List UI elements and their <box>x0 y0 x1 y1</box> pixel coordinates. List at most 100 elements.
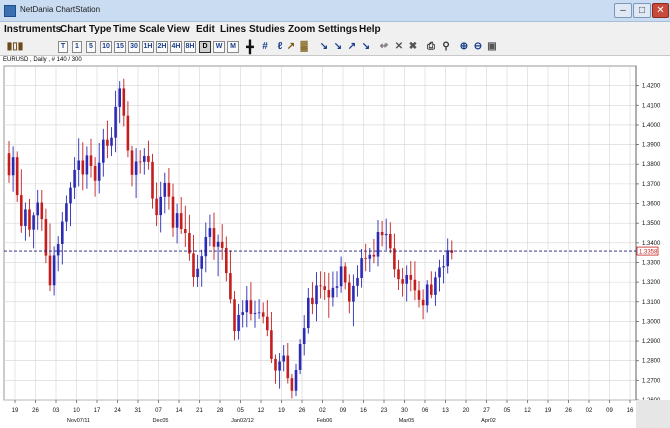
timeframe-1[interactable]: 1 <box>72 41 82 53</box>
timeframe-15[interactable]: 15 <box>114 41 126 53</box>
candle-body <box>315 285 318 305</box>
menu-lines[interactable]: Lines <box>220 24 246 35</box>
candle-body <box>77 160 80 170</box>
candle-body <box>425 284 429 306</box>
candle-body <box>73 169 76 188</box>
candlestick-chart[interactable]: 1.26001.27001.28001.29001.30001.31001.32… <box>0 56 670 428</box>
candle-body <box>241 312 244 315</box>
timeframe-5[interactable]: 5 <box>86 41 96 53</box>
x-tick-label: 16 <box>360 408 367 414</box>
window-icon[interactable]: ▣ <box>486 41 498 53</box>
timeframe-T[interactable]: T <box>58 41 68 53</box>
timeframe-D[interactable]: D <box>199 41 211 53</box>
candle-body <box>7 153 11 176</box>
close-button[interactable]: ✕ <box>652 3 669 18</box>
x-tick-label: 26 <box>565 408 572 414</box>
line-tool-icon[interactable]: ↗ <box>346 41 358 53</box>
timeframe-1H[interactable]: 1H <box>142 41 154 53</box>
y-tick-label: 1.3200 <box>642 280 661 286</box>
grid-icon[interactable]: # <box>259 41 271 53</box>
candle-body <box>229 273 232 300</box>
candle-body <box>417 290 421 300</box>
x-tick-label: 07 <box>155 408 162 414</box>
candle-body <box>32 215 35 230</box>
candle-body <box>278 361 281 371</box>
candle-body <box>138 161 142 163</box>
candle-body <box>216 241 220 247</box>
delete-icon[interactable]: ✕ <box>393 41 405 53</box>
crosshair-icon[interactable]: ╋ <box>244 41 256 53</box>
y-tick-label: 1.2900 <box>642 339 661 345</box>
candle-body <box>225 247 228 274</box>
candle-body <box>212 228 216 247</box>
print-icon[interactable]: ⎙ <box>425 41 437 53</box>
line-tool-icon[interactable]: ↘ <box>318 41 330 53</box>
candle-body <box>302 328 306 345</box>
find-icon[interactable]: ⚲ <box>440 41 452 53</box>
candle-body <box>245 300 249 313</box>
timeframe-W[interactable]: W <box>213 41 225 53</box>
candle-body <box>159 196 162 216</box>
candle-body <box>257 312 261 314</box>
x-tick-label: 10 <box>73 408 80 414</box>
menu-zoom[interactable]: Zoom <box>288 24 315 35</box>
candlestick-type-icon[interactable]: ▮▯▮ <box>4 41 26 53</box>
menu-time-scale[interactable]: Time Scale <box>113 24 165 35</box>
timeframe-8H[interactable]: 8H <box>184 41 196 53</box>
candle-body <box>294 369 298 391</box>
chart-area[interactable]: 1.26001.27001.28001.29001.30001.31001.32… <box>0 56 670 428</box>
minimize-icon: – <box>620 5 626 16</box>
candle-body <box>163 182 167 197</box>
delete-all-icon[interactable]: ✖ <box>407 41 419 53</box>
candle-body <box>323 286 326 290</box>
menu-studies[interactable]: Studies <box>249 24 285 35</box>
menu-help[interactable]: Help <box>359 24 381 35</box>
y-tick-label: 1.3600 <box>642 202 661 208</box>
maximize-button[interactable]: □ <box>633 3 651 18</box>
menu-bar: Instruments Chart Type Time Scale View E… <box>0 22 670 38</box>
timeframe-30[interactable]: 30 <box>128 41 140 53</box>
candle-body <box>65 203 68 222</box>
candle-body <box>85 155 89 175</box>
trend-arrow-icon[interactable]: ↗ <box>285 41 297 53</box>
menu-view[interactable]: View <box>167 24 190 35</box>
minimize-button[interactable]: – <box>614 3 632 18</box>
menu-edit[interactable]: Edit <box>196 24 215 35</box>
line-tool-icon[interactable]: ↘ <box>360 41 372 53</box>
menu-chart-type[interactable]: Chart Type <box>60 24 112 35</box>
x-tick-label: 21 <box>196 408 203 414</box>
menu-settings[interactable]: Settings <box>318 24 357 35</box>
candle-body <box>102 139 105 163</box>
timeframe-M[interactable]: M <box>227 41 239 53</box>
timeframe-4H[interactable]: 4H <box>170 41 182 53</box>
candle-body <box>106 139 109 146</box>
candle-body <box>335 286 339 288</box>
volume-bars-icon[interactable]: ▓ <box>298 41 310 53</box>
line-tool-icon[interactable]: ↘ <box>332 41 344 53</box>
x-month-label: Apr02 <box>481 418 496 424</box>
candle-body <box>352 285 355 302</box>
candle-body <box>36 202 39 216</box>
candle-body <box>52 255 56 286</box>
eraser-icon[interactable]: ↫ <box>378 41 390 53</box>
x-tick-label: 20 <box>463 408 470 414</box>
zoom-in-icon[interactable]: ⊕ <box>458 41 470 53</box>
candle-body <box>151 161 154 199</box>
candle-body <box>48 255 52 286</box>
candle-body <box>122 88 126 116</box>
candle-body <box>327 289 331 298</box>
timeframe-10[interactable]: 10 <box>100 41 112 53</box>
candle-body <box>290 378 294 391</box>
timeframe-2H[interactable]: 2H <box>156 41 168 53</box>
title-bar: NetDania ChartStation – □ ✕ <box>0 0 670 22</box>
candle-body <box>208 228 212 237</box>
x-tick-label: 03 <box>53 408 60 414</box>
menu-instruments[interactable]: Instruments <box>4 24 61 35</box>
candle-body <box>134 161 138 175</box>
y-tick-label: 1.4000 <box>642 123 661 129</box>
app-icon <box>4 5 16 17</box>
candle-body <box>376 232 380 257</box>
zoom-out-icon[interactable]: ⊖ <box>472 41 484 53</box>
candle-body <box>372 254 376 257</box>
candle-body <box>253 312 257 314</box>
